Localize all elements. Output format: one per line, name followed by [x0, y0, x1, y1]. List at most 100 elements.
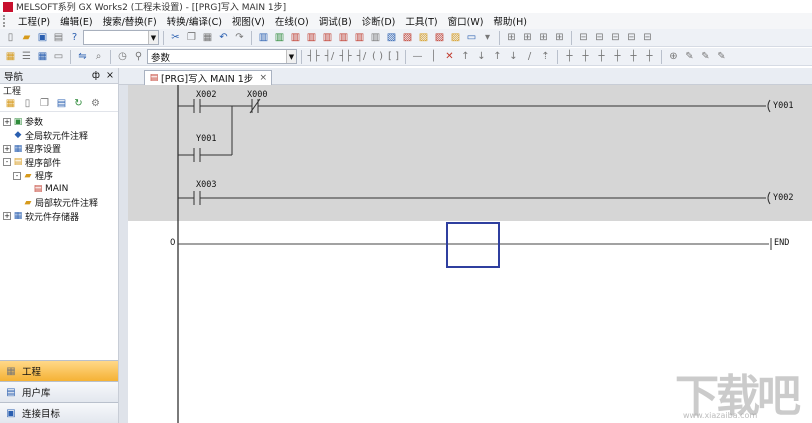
expand-icon[interactable]: + — [3, 117, 11, 126]
invert-icon[interactable]: / — [522, 49, 537, 64]
menu-find-replace[interactable]: 搜索/替换(F) — [98, 14, 162, 28]
window-view-icon[interactable]: ▭ — [51, 49, 66, 64]
comment-icon[interactable]: ▨ — [448, 30, 463, 45]
instruction-icon[interactable]: [ ] — [386, 49, 401, 64]
menu-help[interactable]: 帮助(H) — [488, 14, 532, 28]
coil-icon[interactable]: ( ) — [370, 49, 385, 64]
expand-icon[interactable] — [13, 199, 21, 207]
expand-icon[interactable] — [23, 185, 31, 193]
menu-grip-icon[interactable] — [3, 15, 9, 27]
read-from-plc-icon[interactable]: ▥ — [272, 30, 287, 45]
comment-edit-icon[interactable]: ✎ — [682, 49, 697, 64]
verify-icon[interactable]: ▥ — [368, 30, 383, 45]
menu-debug[interactable]: 调试(B) — [314, 14, 357, 28]
menu-tool[interactable]: 工具(T) — [400, 14, 442, 28]
options-icon[interactable]: ⚙ — [88, 96, 103, 111]
grid-view-icon[interactable]: ▦ — [35, 49, 50, 64]
parallel-nc-icon[interactable]: ┤/ — [354, 49, 369, 64]
monitor-stop-icon[interactable]: ▥ — [304, 30, 319, 45]
tab-prg-main[interactable]: ▤ [PRG]写入 MAIN 1步 × — [144, 70, 272, 85]
ladder-tool-3-icon[interactable]: ⊞ — [536, 30, 551, 45]
ladder-tool-7-icon[interactable]: ⊟ — [608, 30, 623, 45]
close-icon[interactable]: × — [106, 70, 114, 81]
online-icon[interactable]: ▥ — [320, 30, 335, 45]
tree-item[interactable]: ▤ MAIN — [0, 183, 118, 197]
vertical-line-icon[interactable]: │ — [426, 49, 441, 64]
chevron-down-icon[interactable]: ▼ — [286, 50, 296, 63]
contact-no-icon[interactable]: ┤├ — [306, 49, 321, 64]
cut-icon[interactable]: ✂ — [168, 30, 183, 45]
refresh-icon[interactable]: ↻ — [71, 96, 86, 111]
statement-edit-icon[interactable]: ✎ — [698, 49, 713, 64]
open-folder-icon[interactable]: ▰ — [19, 30, 34, 45]
redo-icon[interactable]: ↷ — [232, 30, 247, 45]
ladder-extra-3-icon[interactable]: ┼ — [594, 49, 609, 64]
save-icon[interactable]: ▣ — [35, 30, 50, 45]
falling-edge-icon[interactable]: ↓ — [474, 49, 489, 64]
note-edit-icon[interactable]: ✎ — [714, 49, 729, 64]
collapse-icon[interactable]: - — [3, 158, 11, 167]
menu-diagnostics[interactable]: 诊断(D) — [357, 14, 401, 28]
undo-icon[interactable]: ↶ — [216, 30, 231, 45]
ladder-tool-6-icon[interactable]: ⊟ — [592, 30, 607, 45]
list-view-icon[interactable]: ☰ — [19, 49, 34, 64]
menu-view[interactable]: 视图(V) — [227, 14, 270, 28]
horizontal-line-icon[interactable]: — — [410, 49, 425, 64]
help-icon[interactable]: ? — [67, 30, 82, 45]
copy-icon[interactable]: ❐ — [184, 30, 199, 45]
menu-project[interactable]: 工程(P) — [13, 14, 55, 28]
tree-item[interactable]: ▰ 局部软元件注释 — [0, 196, 118, 210]
tree-item[interactable]: + ▣ 参数 — [0, 115, 118, 129]
new-file-icon[interactable]: ▯ — [3, 30, 18, 45]
nav-button-project[interactable]: ▦ 工程 — [0, 360, 118, 381]
menu-online[interactable]: 在线(O) — [270, 14, 314, 28]
menu-convert-compile[interactable]: 转换/编译(C) — [162, 14, 227, 28]
pulse-icon[interactable]: ⇡ — [538, 49, 553, 64]
tree-item[interactable]: - ▰ 程序 — [0, 169, 118, 183]
project-view-icon[interactable]: ▦ — [3, 49, 18, 64]
find-device-icon[interactable]: ⌕ — [91, 49, 106, 64]
ladder-extra-4-icon[interactable]: ┼ — [610, 49, 625, 64]
nav-button-user-library[interactable]: ▤ 用户库 — [0, 381, 118, 402]
device-batch-icon[interactable]: ▨ — [416, 30, 431, 45]
tree-item[interactable]: + ▦ 软元件存储器 — [0, 210, 118, 224]
expand-icon[interactable] — [3, 131, 11, 139]
ladder-tool-1-icon[interactable]: ⊞ — [504, 30, 519, 45]
device-icon[interactable]: ⇋ — [75, 49, 90, 64]
delete-data-icon[interactable]: ▯ — [20, 96, 35, 111]
tree-item[interactable]: + ▦ 程序设置 — [0, 142, 118, 156]
paste-icon[interactable]: ▦ — [200, 30, 215, 45]
menu-edit[interactable]: 编辑(E) — [55, 14, 97, 28]
tree-item[interactable]: - ▤ 程序部件 — [0, 156, 118, 170]
ladder-extra-6-icon[interactable]: ┼ — [642, 49, 657, 64]
new-data-icon[interactable]: ▦ — [3, 96, 18, 111]
dropdown-arrow-icon[interactable]: ▾ — [480, 30, 495, 45]
pin-icon[interactable]: ф — [92, 70, 100, 81]
binoculars-icon[interactable]: ⚲ — [131, 49, 146, 64]
ladder-tool-4-icon[interactable]: ⊞ — [552, 30, 567, 45]
parallel-no-icon[interactable]: ┤├ — [338, 49, 353, 64]
rising-edge-icon[interactable]: ↑ — [458, 49, 473, 64]
diagnostics-icon[interactable]: ▨ — [432, 30, 447, 45]
tree-item[interactable]: ◆ 全局软元件注释 — [0, 129, 118, 143]
ladder-extra-2-icon[interactable]: ┼ — [578, 49, 593, 64]
monitor-icon[interactable]: ▥ — [288, 30, 303, 45]
simulation-start-icon[interactable]: ▧ — [384, 30, 399, 45]
close-tab-icon[interactable]: × — [259, 73, 267, 83]
property-icon[interactable]: ▤ — [54, 96, 69, 111]
remote-operation-icon[interactable]: ▥ — [352, 30, 367, 45]
expand-icon[interactable]: + — [3, 144, 11, 153]
menu-window[interactable]: 窗口(W) — [443, 14, 489, 28]
print-icon[interactable]: ▤ — [51, 30, 66, 45]
copy-data-icon[interactable]: ❐ — [37, 96, 52, 111]
ladder-extra-1-icon[interactable]: ┼ — [562, 49, 577, 64]
write-to-plc-icon[interactable]: ▥ — [256, 30, 271, 45]
toolbar-combo-1[interactable]: ▼ — [83, 30, 159, 45]
ladder-extra-5-icon[interactable]: ┼ — [626, 49, 641, 64]
nav-button-connection[interactable]: ▣ 连接目标 — [0, 402, 118, 423]
contact-nc-icon[interactable]: ┤/ — [322, 49, 337, 64]
parameter-combo[interactable]: 参数 ▼ — [147, 49, 297, 64]
ladder-tool-5-icon[interactable]: ⊟ — [576, 30, 591, 45]
history-icon[interactable]: ◷ — [115, 49, 130, 64]
chevron-down-icon[interactable]: ▼ — [148, 31, 158, 44]
